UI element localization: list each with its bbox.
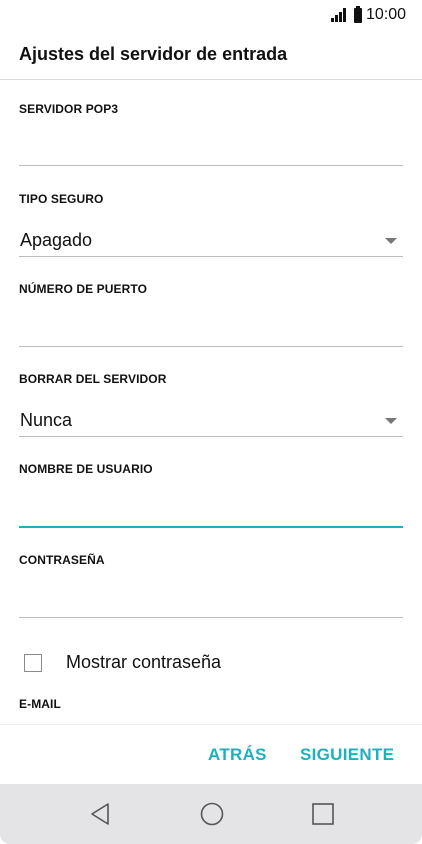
signal-bars-icon [330,8,346,22]
recents-square-icon[interactable] [310,801,336,827]
password-label: CONTRASEÑA [19,553,105,567]
chevron-down-icon [385,418,397,424]
password-underline [19,617,403,618]
password-input[interactable] [19,571,403,619]
action-bar: ATRÁS SIGUIENTE [0,724,422,784]
delete-from-server-label: BORRAR DEL SERVIDOR [19,372,167,386]
back-triangle-icon[interactable] [88,801,112,827]
security-type-label: TIPO SEGURO [19,192,104,206]
username-underline [19,526,403,528]
status-bar: 10:00 [0,0,422,30]
delete-from-server-underline [19,436,403,437]
incoming-server-form: SERVIDOR POP3 TIPO SEGURO Apagado NÚMERO… [0,80,422,724]
chevron-down-icon [385,238,397,244]
username-input[interactable] [19,480,403,528]
delete-from-server-field: BORRAR DEL SERVIDOR [19,372,403,386]
show-password-label: Mostrar contraseña [66,652,222,672]
pop3-server-label: SERVIDOR POP3 [19,102,119,116]
username-label: NOMBRE DE USUARIO [19,462,153,476]
home-circle-icon[interactable] [199,801,225,827]
security-type-field: TIPO SEGURO [19,192,403,206]
email-label: E-MAIL [19,697,61,711]
battery-icon [353,5,362,23]
show-password-checkbox[interactable] [24,653,42,672]
next-button[interactable]: SIGUIENTE [300,745,394,765]
back-button[interactable]: ATRÁS [208,745,267,765]
delete-from-server-value: Nunca [20,410,73,430]
status-time: 10:00 [365,6,406,23]
email-field: E-MAIL [19,697,403,711]
password-field: CONTRASEÑA [19,553,403,567]
port-number-label: NÚMERO DE PUERTO [19,282,148,296]
security-type-underline [19,256,403,257]
delete-from-server-select[interactable]: Nunca [19,390,403,438]
security-type-value: Apagado [20,230,93,250]
title-bar: Ajustes del servidor de entrada [0,30,422,80]
pop3-server-input[interactable] [19,120,403,166]
pop3-server-underline [19,165,403,166]
pop3-server-field: SERVIDOR POP3 [19,102,403,116]
show-password-row[interactable]: Mostrar contraseña [24,652,221,673]
security-type-select[interactable]: Apagado [19,210,403,258]
page-title: Ajustes del servidor de entrada [19,44,288,64]
status-right: 10:00 [330,5,406,24]
port-number-input[interactable] [19,300,403,348]
system-nav-bar [0,784,422,844]
username-field: NOMBRE DE USUARIO [19,462,403,476]
port-number-field: NÚMERO DE PUERTO [19,282,403,296]
port-number-underline [19,346,403,347]
